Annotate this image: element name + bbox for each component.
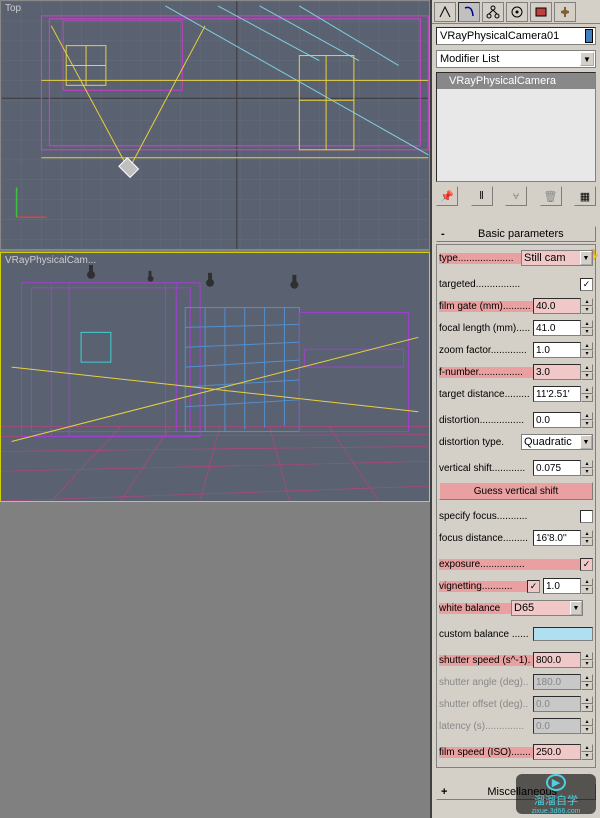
focus-distance-input[interactable]: [533, 530, 581, 546]
focal-length-input[interactable]: [533, 320, 581, 336]
show-end-result-button[interactable]: ‖: [471, 186, 493, 206]
spinner: ▴▾: [581, 718, 593, 734]
plus-icon: +: [441, 786, 447, 798]
vertical-shift-input[interactable]: [533, 460, 581, 476]
display-tab[interactable]: [530, 2, 552, 22]
viewport-top-label: Top: [5, 3, 21, 14]
spinner[interactable]: ▴▾: [581, 744, 593, 760]
rollout-basic-body: type.................... Still cam▼ targ…: [436, 244, 596, 768]
zoom-factor-input[interactable]: [533, 342, 581, 358]
create-tab[interactable]: [434, 2, 456, 22]
shutter-speed-input[interactable]: [533, 652, 581, 668]
spinner[interactable]: ▴▾: [581, 460, 593, 476]
modifier-list-dropdown[interactable]: Modifier List ▼: [436, 50, 596, 68]
target-distance-input[interactable]: [533, 386, 581, 402]
minus-icon: -: [441, 228, 445, 240]
shutter-offset-input: [533, 696, 581, 712]
specify-focus-checkbox[interactable]: [580, 510, 593, 523]
spinner: ▴▾: [581, 674, 593, 690]
shutter-speed-label: shutter speed (s^-1).: [439, 655, 533, 666]
modifier-stack[interactable]: VRayPhysicalCamera: [436, 72, 596, 182]
chevron-down-icon: ▼: [580, 52, 594, 66]
film-gate-input[interactable]: [533, 298, 581, 314]
spinner[interactable]: ▴▾: [581, 412, 593, 428]
distortion-type-label: distortion type.: [439, 437, 521, 448]
rollout-basic-header[interactable]: - Basic parameters: [436, 226, 596, 242]
exposure-label: exposure................: [439, 559, 580, 570]
panel-tab-row: [432, 0, 600, 24]
shutter-angle-input: [533, 674, 581, 690]
spinner[interactable]: ▴▾: [581, 298, 593, 314]
vignetting-label: vignetting...........: [439, 581, 527, 592]
target-distance-label: target distance.........: [439, 389, 533, 400]
play-icon: ▶: [546, 774, 566, 791]
targeted-label: targeted................: [439, 279, 580, 290]
pin-stack-button[interactable]: 📌: [436, 186, 458, 206]
vignetting-checkbox[interactable]: ✓: [527, 580, 540, 593]
type-label: type....................: [439, 253, 521, 264]
focus-distance-label: focus distance.........: [439, 533, 533, 544]
zoom-factor-label: zoom factor.............: [439, 345, 533, 356]
make-unique-button[interactable]: ⩝: [505, 186, 527, 206]
modify-tab[interactable]: [458, 2, 480, 22]
stack-toolbar: 📌 ‖ ⩝ 🗑 ▦: [436, 186, 596, 208]
shutter-angle-label: shutter angle (deg)..: [439, 677, 533, 688]
f-number-input[interactable]: [533, 364, 581, 380]
stack-item[interactable]: VRayPhysicalCamera: [437, 73, 595, 89]
distortion-input[interactable]: [533, 412, 581, 428]
guess-vertical-shift-button[interactable]: Guess vertical shift: [439, 482, 593, 500]
watermark: ▶ 溜溜自学 zixue.3d66.com: [516, 774, 596, 814]
object-color-swatch[interactable]: [585, 29, 593, 43]
spinner: ▴▾: [581, 696, 593, 712]
distortion-type-dropdown[interactable]: Quadratic▼: [521, 434, 593, 450]
film-speed-input[interactable]: [533, 744, 581, 760]
vertical-shift-label: vertical shift............: [439, 463, 533, 474]
type-dropdown[interactable]: Still cam▼: [521, 250, 593, 266]
command-panel: Modifier List ▼ VRayPhysicalCamera 📌 ‖ ⩝…: [430, 0, 600, 818]
vignetting-input[interactable]: [543, 578, 581, 594]
object-name-input[interactable]: [437, 30, 585, 42]
configure-sets-button[interactable]: ▦: [574, 186, 596, 206]
focal-length-label: focal length (mm).....: [439, 323, 533, 334]
motion-tab[interactable]: [506, 2, 528, 22]
modifier-list-label: Modifier List: [440, 53, 499, 65]
f-number-label: f-number................: [439, 367, 533, 378]
spinner[interactable]: ▴▾: [581, 364, 593, 380]
viewport-top[interactable]: Top: [0, 0, 430, 250]
film-speed-label: film speed (ISO).......: [439, 747, 533, 758]
object-name-field[interactable]: [436, 27, 596, 45]
remove-modifier-button[interactable]: 🗑: [540, 186, 562, 206]
exposure-checkbox[interactable]: ✓: [580, 558, 593, 571]
hierarchy-tab[interactable]: [482, 2, 504, 22]
viewport-perspective[interactable]: VRayPhysicalCam...: [0, 252, 430, 502]
targeted-checkbox[interactable]: ✓: [580, 278, 593, 291]
viewport-area: Top: [0, 0, 430, 818]
rollout-basic-title: Basic parameters: [451, 228, 591, 240]
white-balance-label: white balance: [439, 603, 511, 614]
utilities-tab[interactable]: [554, 2, 576, 22]
shutter-offset-label: shutter offset (deg)..: [439, 699, 533, 710]
specify-focus-label: specify focus...........: [439, 511, 580, 522]
custom-balance-label: custom balance ......: [439, 629, 533, 640]
white-balance-dropdown[interactable]: D65▼: [511, 600, 583, 616]
custom-balance-color[interactable]: [533, 627, 593, 641]
distortion-label: distortion................: [439, 415, 533, 426]
film-gate-label: film gate (mm)..........: [439, 301, 533, 312]
spinner[interactable]: ▴▾: [581, 320, 593, 336]
spinner[interactable]: ▴▾: [581, 578, 593, 594]
latency-input: [533, 718, 581, 734]
spinner[interactable]: ▴▾: [581, 530, 593, 546]
spinner[interactable]: ▴▾: [581, 652, 593, 668]
spinner[interactable]: ▴▾: [581, 386, 593, 402]
spinner[interactable]: ▴▾: [581, 342, 593, 358]
latency-label: latency (s)..............: [439, 721, 533, 732]
viewport-bottom-label: VRayPhysicalCam...: [5, 255, 96, 266]
